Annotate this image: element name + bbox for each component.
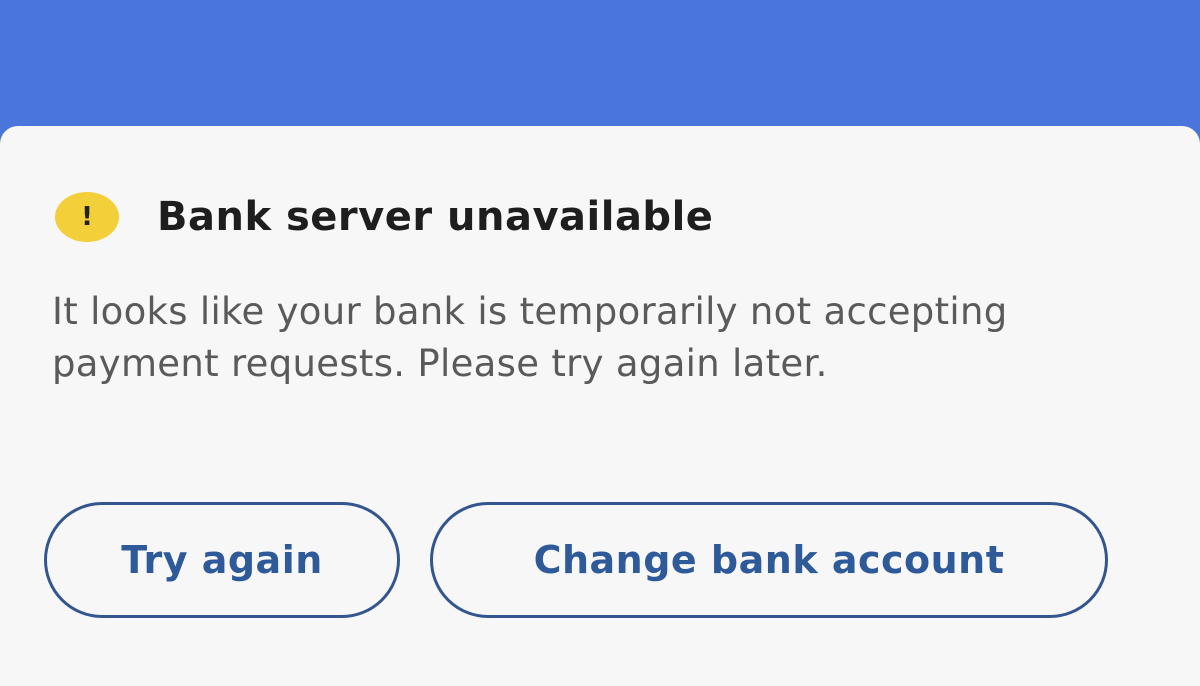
warning-icon-glyph: ! [81, 202, 93, 232]
try-again-button[interactable]: Try again [44, 502, 400, 618]
alert-header: ! Bank server unavailable [55, 192, 713, 242]
warning-icon: ! [55, 192, 119, 242]
change-bank-account-button[interactable]: Change bank account [430, 502, 1108, 618]
alert-title: Bank server unavailable [157, 194, 714, 240]
top-app-bar [0, 0, 1200, 140]
alert-message: It looks like your bank is temporarily n… [52, 290, 1008, 385]
